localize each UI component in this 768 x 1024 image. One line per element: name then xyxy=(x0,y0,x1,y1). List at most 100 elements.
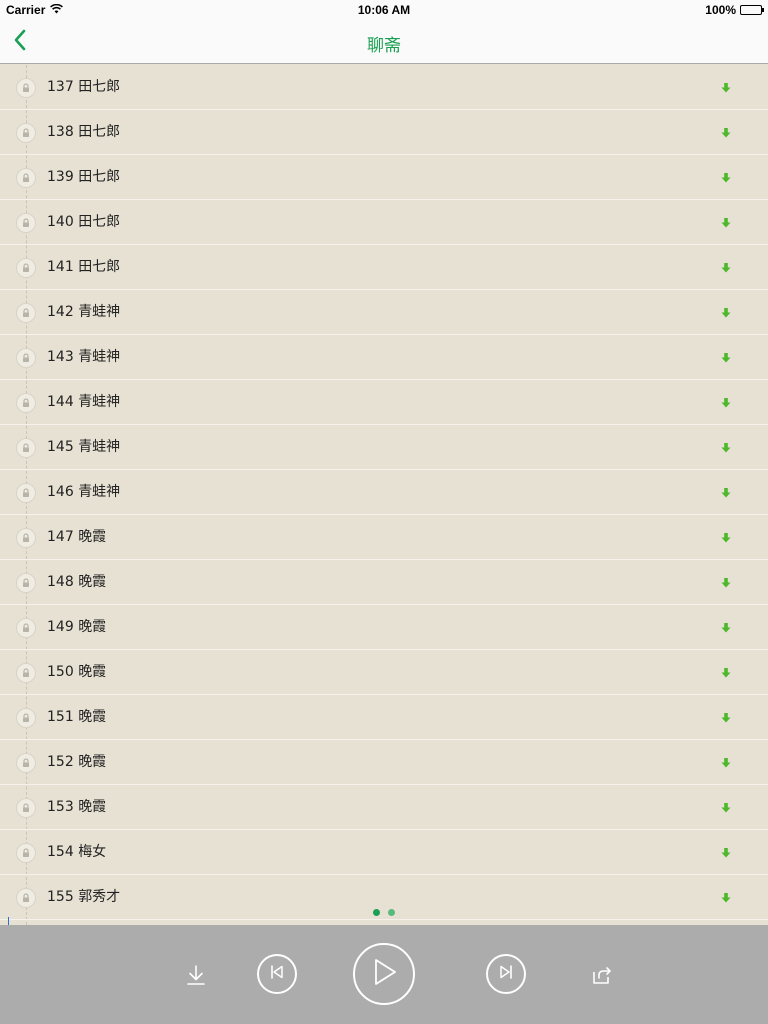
status-bar: Carrier 10:06 AM 100% xyxy=(0,0,768,20)
episode-row[interactable]: 145 青蛙神 xyxy=(0,425,768,470)
download-arrow-icon[interactable] xyxy=(719,216,733,230)
episode-row[interactable]: 153 晚霞 xyxy=(0,785,768,830)
episode-row[interactable]: 147 晚霞 xyxy=(0,515,768,560)
download-arrow-icon[interactable] xyxy=(719,891,733,905)
next-track-icon xyxy=(498,964,514,984)
episode-number: 152 xyxy=(47,754,74,770)
episode-name: 青蛙神 xyxy=(78,484,121,500)
episode-list[interactable]: 137 田七郎 138 田七郎 139 田七郎 140 田七郎 141 田七郎 142 青… xyxy=(0,65,768,925)
episode-row[interactable]: 140 田七郎 xyxy=(0,200,768,245)
previous-track-button[interactable] xyxy=(257,954,297,994)
episode-name: 晚霞 xyxy=(78,619,107,635)
play-button[interactable] xyxy=(353,943,415,1005)
episode-title: 137 田七郎 xyxy=(47,65,120,110)
episode-number: 148 xyxy=(47,574,74,590)
episode-title: 153 晚霞 xyxy=(47,785,106,830)
episode-number: 138 xyxy=(47,124,74,140)
lock-icon xyxy=(16,708,36,728)
episode-row[interactable]: 139 田七郎 xyxy=(0,155,768,200)
episode-row[interactable]: 146 青蛙神 xyxy=(0,470,768,515)
episode-row[interactable]: 142 青蛙神 xyxy=(0,290,768,335)
episode-title: 154 梅女 xyxy=(47,830,106,875)
status-right: 100% xyxy=(705,3,764,17)
download-arrow-icon[interactable] xyxy=(719,531,733,545)
download-arrow-icon[interactable] xyxy=(719,126,733,140)
lock-icon xyxy=(16,573,36,593)
episode-number: 146 xyxy=(47,484,74,500)
play-icon xyxy=(370,957,398,991)
lock-icon xyxy=(16,888,36,908)
episode-row[interactable]: 151 晚霞 xyxy=(0,695,768,740)
episode-row[interactable]: 150 晚霞 xyxy=(0,650,768,695)
download-arrow-icon[interactable] xyxy=(719,396,733,410)
episode-number: 151 xyxy=(47,709,74,725)
episode-row[interactable]: 148 晚霞 xyxy=(0,560,768,605)
download-arrow-icon[interactable] xyxy=(719,441,733,455)
episode-row[interactable]: 144 青蛙神 xyxy=(0,380,768,425)
episode-title: 138 田七郎 xyxy=(47,110,120,155)
episode-number: 154 xyxy=(47,844,74,860)
episode-name: 晚霞 xyxy=(78,529,107,545)
episode-name: 青蛙神 xyxy=(78,439,121,455)
share-button[interactable] xyxy=(588,963,616,991)
download-arrow-icon[interactable] xyxy=(719,846,733,860)
download-arrow-icon[interactable] xyxy=(719,666,733,680)
lock-icon xyxy=(16,168,36,188)
episode-name: 晚霞 xyxy=(78,799,107,815)
episode-row[interactable]: 152 晚霞 xyxy=(0,740,768,785)
lock-icon xyxy=(16,303,36,323)
download-arrow-icon[interactable] xyxy=(719,261,733,275)
episode-number: 153 xyxy=(47,799,74,815)
episode-name: 晚霞 xyxy=(78,709,107,725)
episode-name: 田七郎 xyxy=(78,124,121,140)
episode-row[interactable]: 141 田七郎 xyxy=(0,245,768,290)
episode-row[interactable]: 137 田七郎 xyxy=(0,65,768,110)
download-arrow-icon[interactable] xyxy=(719,576,733,590)
clock: 10:06 AM xyxy=(357,3,411,17)
episode-number: 145 xyxy=(47,439,74,455)
episode-row[interactable]: 149 晚霞 xyxy=(0,605,768,650)
episode-row[interactable]: 138 田七郎 xyxy=(0,110,768,155)
episode-number: 149 xyxy=(47,619,74,635)
episode-number: 139 xyxy=(47,169,74,185)
episode-row[interactable]: 143 青蛙神 xyxy=(0,335,768,380)
previous-track-icon xyxy=(269,964,285,984)
download-arrow-icon[interactable] xyxy=(719,711,733,725)
episode-number: 147 xyxy=(47,529,74,545)
download-arrow-icon[interactable] xyxy=(719,81,733,95)
page-indicator[interactable] xyxy=(0,909,768,916)
episode-number: 137 xyxy=(47,79,74,95)
lock-icon xyxy=(16,843,36,863)
episode-number: 141 xyxy=(47,259,74,275)
episode-name: 田七郎 xyxy=(78,259,121,275)
episode-row[interactable]: 154 梅女 xyxy=(0,830,768,875)
episode-name: 晚霞 xyxy=(78,664,107,680)
lock-icon xyxy=(16,663,36,683)
lock-icon xyxy=(16,798,36,818)
episode-title: 146 青蛙神 xyxy=(47,470,120,515)
episode-title: 147 晚霞 xyxy=(47,515,106,560)
episode-name: 梅女 xyxy=(78,844,107,860)
download-arrow-icon[interactable] xyxy=(719,801,733,815)
download-arrow-icon[interactable] xyxy=(719,306,733,320)
lock-icon xyxy=(16,528,36,548)
download-button[interactable] xyxy=(182,963,210,991)
page-dot-1[interactable] xyxy=(373,909,380,916)
episode-name: 青蛙神 xyxy=(78,394,121,410)
next-track-button[interactable] xyxy=(486,954,526,994)
download-arrow-icon[interactable] xyxy=(719,486,733,500)
lock-icon xyxy=(16,213,36,233)
episode-name: 青蛙神 xyxy=(78,349,121,365)
download-arrow-icon[interactable] xyxy=(719,756,733,770)
download-arrow-icon[interactable] xyxy=(719,621,733,635)
download-arrow-icon[interactable] xyxy=(719,351,733,365)
download-arrow-icon[interactable] xyxy=(719,171,733,185)
episode-title: 150 晚霞 xyxy=(47,650,106,695)
share-icon xyxy=(591,964,613,990)
battery-icon xyxy=(740,5,764,15)
episode-name: 田七郎 xyxy=(78,214,121,230)
episode-name: 青蛙神 xyxy=(78,304,121,320)
episode-title: 145 青蛙神 xyxy=(47,425,120,470)
page-dot-2[interactable] xyxy=(388,909,395,916)
episode-number: 140 xyxy=(47,214,74,230)
